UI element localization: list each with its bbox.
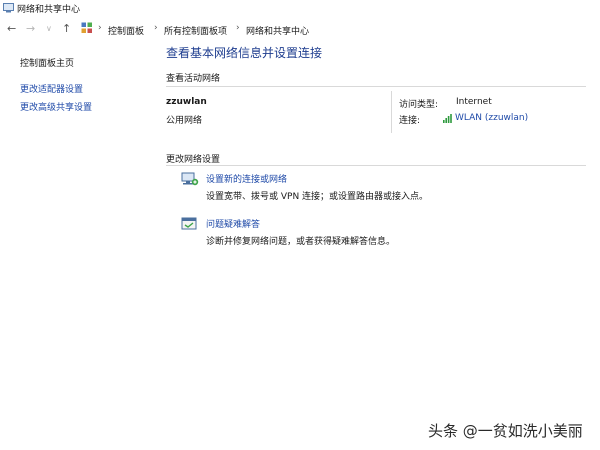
recent-pages-chevron-icon[interactable]: ∨ <box>46 23 52 35</box>
back-arrow-icon[interactable]: ← <box>7 23 16 35</box>
setup-connection-link[interactable]: 设置新的连接或网络 <box>206 172 287 185</box>
window-title: 网络和共享中心 <box>17 5 81 15</box>
network-type-link[interactable]: 公用网络 <box>166 113 202 126</box>
connection-link[interactable]: WLAN (zzuwlan) <box>455 113 528 123</box>
wifi-signal-icon[interactable] <box>443 113 453 123</box>
change-settings-header: 更改网络设置 <box>166 155 221 165</box>
sidebar-home-link[interactable]: 控制面板主页 <box>20 56 74 69</box>
network-name: zzuwlan <box>166 97 207 107</box>
watermark-text: 头条 @一贫如洗小美丽 <box>428 422 583 440</box>
active-networks-header: 查看活动网络 <box>166 74 221 84</box>
forward-arrow-icon[interactable]: → <box>26 23 35 35</box>
control-panel-icon <box>81 22 92 33</box>
breadcrumb-separator-icon: › <box>236 23 240 33</box>
breadcrumb-separator-icon: › <box>154 23 158 33</box>
up-arrow-icon[interactable]: ↑ <box>62 23 71 35</box>
setup-connection-description: 设置宽带、拨号或 VPN 连接；或设置路由器或接入点。 <box>206 192 429 202</box>
breadcrumb-all-items[interactable]: 所有控制面板项 <box>164 24 227 37</box>
divider <box>166 165 586 166</box>
troubleshoot-link[interactable]: 问题疑难解答 <box>206 217 260 230</box>
page-title: 查看基本网络信息并设置连接 <box>166 46 323 60</box>
network-setup-icon <box>181 172 199 186</box>
sidebar-item-adapter-settings[interactable]: 更改适配器设置 <box>20 82 83 95</box>
connection-label: 连接: <box>399 116 421 126</box>
breadcrumb-control-panel[interactable]: 控制面板 <box>108 24 144 37</box>
title-bar: 网络和共享中心 <box>0 0 600 16</box>
network-center-icon <box>3 3 14 13</box>
vertical-divider <box>391 91 392 133</box>
troubleshoot-icon <box>181 217 197 230</box>
breadcrumb-network-center[interactable]: 网络和共享中心 <box>246 24 309 37</box>
troubleshoot-description: 诊断并修复网络问题，或者获得疑难解答信息。 <box>206 237 396 247</box>
divider <box>166 86 586 87</box>
breadcrumb-separator-icon: › <box>98 23 102 33</box>
sidebar-item-advanced-sharing[interactable]: 更改高级共享设置 <box>20 100 92 113</box>
access-type-label: 访问类型: <box>399 100 439 110</box>
access-type-value: Internet <box>456 97 492 107</box>
